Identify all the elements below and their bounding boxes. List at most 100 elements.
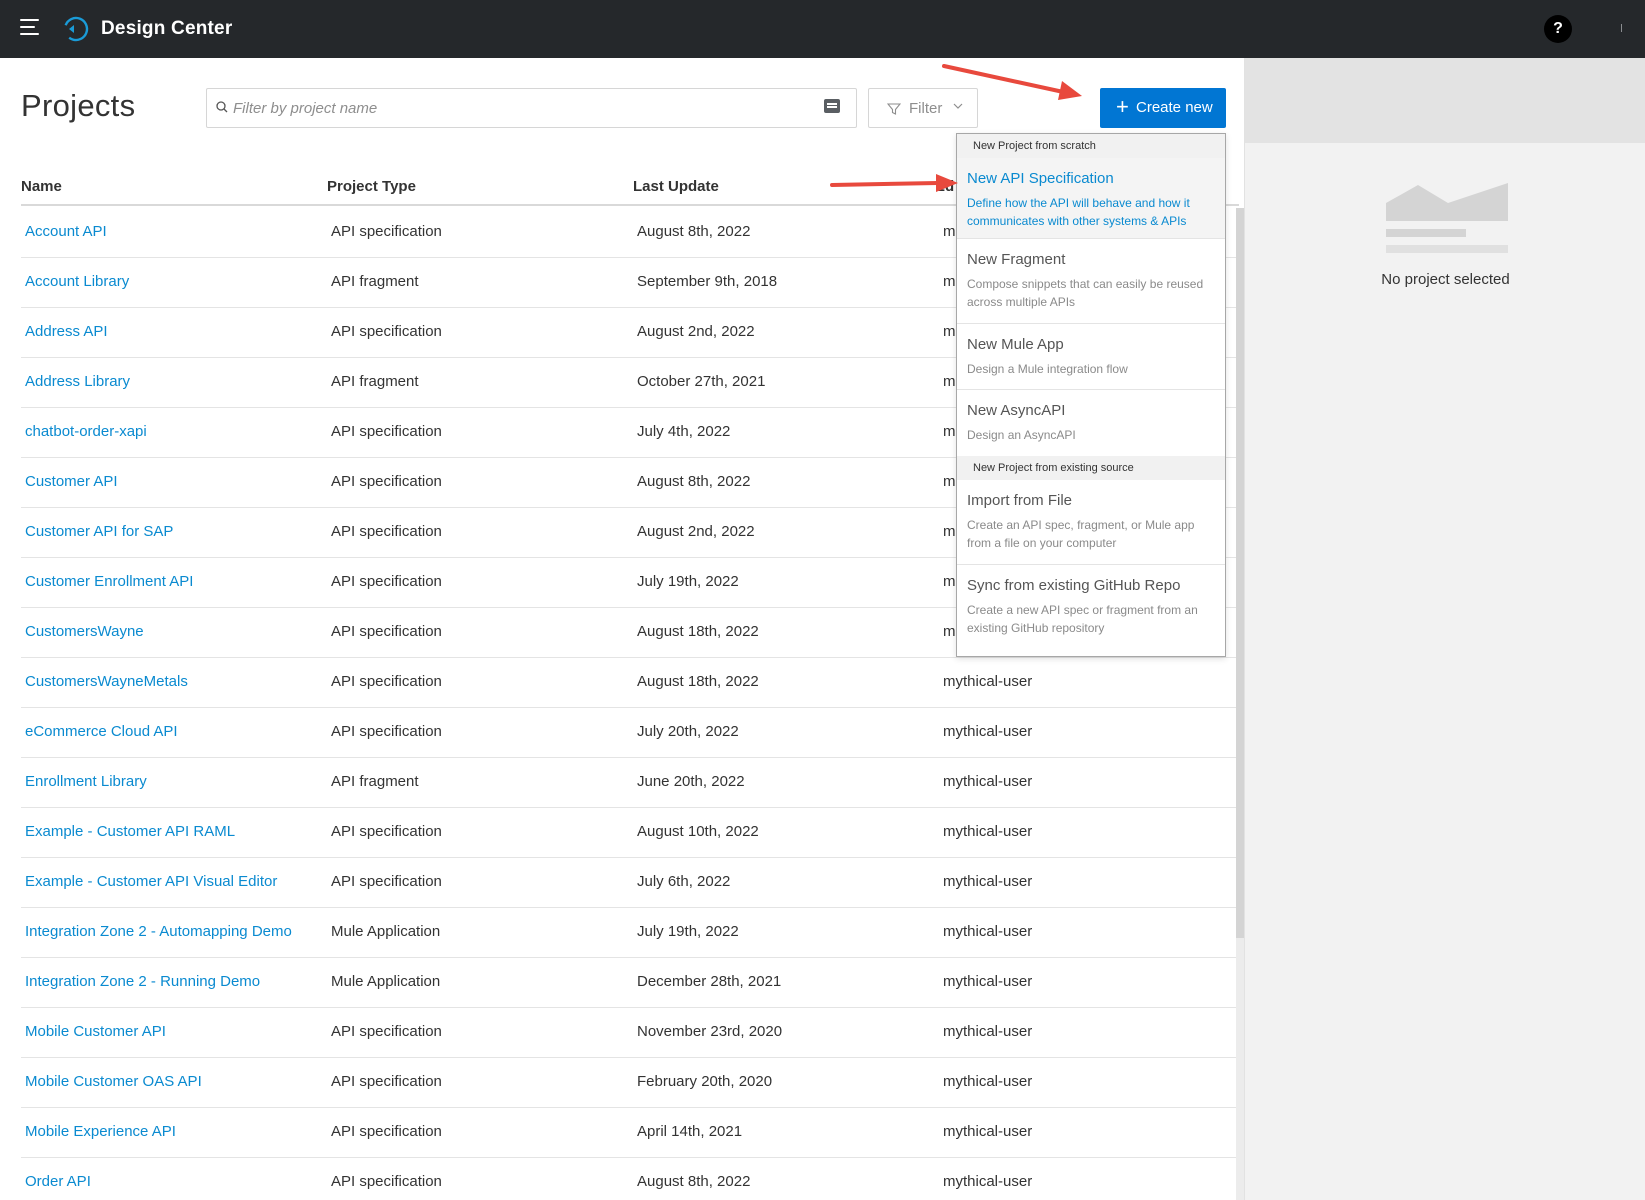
project-name-link[interactable]: Account Library: [25, 273, 129, 290]
project-type-cell: API specification: [331, 723, 442, 740]
menu-item-description: Design a Mule integration flow: [967, 362, 1128, 376]
menu-item-new-fragment[interactable]: New Fragment Compose snippets that can e…: [957, 239, 1225, 324]
app-title: Design Center: [101, 18, 233, 39]
project-type-cell: Mule Application: [331, 923, 441, 940]
editor-cell: mythical-user: [943, 973, 1033, 990]
column-header-name[interactable]: Name: [21, 178, 62, 195]
last-update-cell: August 2nd, 2022: [637, 523, 755, 540]
last-update-cell: October 27th, 2021: [637, 373, 766, 390]
menu-item-description: Design an AsyncAPI: [967, 428, 1076, 442]
editor-cell: m: [943, 623, 956, 640]
table-row[interactable]: Integration Zone 2 - Automapping Demo Mul…: [21, 908, 1239, 958]
project-name-link[interactable]: Address API: [25, 323, 108, 340]
column-header-editor[interactable]: Ed: [935, 178, 954, 195]
table-row[interactable]: Enrollment Library API fragment June 20th,…: [21, 758, 1239, 808]
project-name-link[interactable]: Mobile Customer OAS API: [25, 1073, 202, 1090]
filter-button[interactable]: Filter: [868, 88, 978, 128]
project-name-link[interactable]: Mobile Customer API: [25, 1023, 166, 1040]
project-name-link[interactable]: Customer API: [25, 473, 118, 490]
last-update-cell: August 8th, 2022: [637, 223, 751, 240]
menu-item-new-mule-app[interactable]: New Mule App Design a Mule integration f…: [957, 324, 1225, 390]
project-type-cell: API specification: [331, 423, 442, 440]
table-row[interactable]: eCommerce Cloud API API specification July…: [21, 708, 1239, 758]
last-update-cell: July 19th, 2022: [637, 573, 739, 590]
scrollbar-thumb[interactable]: [1236, 208, 1244, 938]
chevron-down-icon: [953, 103, 963, 109]
table-scrollbar[interactable]: [1236, 208, 1244, 1200]
project-name-link[interactable]: CustomersWayne: [25, 623, 144, 640]
menu-item-title: Sync from existing GitHub Repo: [967, 577, 1181, 594]
help-icon[interactable]: ?: [1544, 15, 1572, 43]
column-header-last-update[interactable]: Last Update: [633, 178, 719, 195]
editor-cell: mythical-user: [943, 823, 1033, 840]
column-header-project-type[interactable]: Project Type: [327, 178, 416, 195]
editor-cell: mythical-user: [943, 1173, 1033, 1190]
project-type-cell: Mule Application: [331, 973, 441, 990]
plus-icon: +: [1116, 94, 1129, 119]
project-name-link[interactable]: Mobile Experience API: [25, 1123, 176, 1140]
project-type-cell: API fragment: [331, 373, 419, 390]
table-row[interactable]: Order API API specification August 8th, 20…: [21, 1158, 1239, 1200]
last-update-cell: July 4th, 2022: [637, 423, 731, 440]
project-type-cell: API specification: [331, 523, 442, 540]
table-row[interactable]: Example - Customer API RAML API specifica…: [21, 808, 1239, 858]
project-name-link[interactable]: Order API: [25, 1173, 91, 1190]
editor-cell: mythical-user: [943, 923, 1033, 940]
last-update-cell: July 19th, 2022: [637, 923, 739, 940]
project-name-link[interactable]: Enrollment Library: [25, 773, 147, 790]
menu-item-new-api-specification[interactable]: New API Specification Define how the API…: [957, 158, 1225, 239]
project-type-cell: API specification: [331, 1073, 442, 1090]
menu-item-description: Create an API spec, fragment, or Mule ap…: [967, 518, 1195, 550]
last-update-cell: August 8th, 2022: [637, 1173, 751, 1190]
editor-cell: m: [943, 523, 956, 540]
table-row[interactable]: Mobile Experience API API specification Ap…: [21, 1108, 1239, 1158]
project-type-cell: API specification: [331, 473, 442, 490]
menu-item-title: New AsyncAPI: [967, 402, 1066, 419]
project-type-cell: API fragment: [331, 273, 419, 290]
table-row[interactable]: Example - Customer API Visual Editor API …: [21, 858, 1239, 908]
last-update-cell: July 6th, 2022: [637, 873, 731, 890]
editor-cell: mythical-user: [943, 673, 1033, 690]
menu-item-description: Create a new API spec or fragment from a…: [967, 603, 1198, 635]
menu-item-title: Import from File: [967, 492, 1073, 509]
editor-cell: m: [943, 423, 956, 440]
editor-cell: m: [943, 273, 956, 290]
search-input[interactable]: [233, 90, 793, 126]
project-name-link[interactable]: Address Library: [25, 373, 130, 390]
last-update-cell: August 18th, 2022: [637, 623, 759, 640]
project-name-link[interactable]: Customer Enrollment API: [25, 573, 193, 590]
create-new-label: Create new: [1136, 99, 1213, 116]
editor-cell: mythical-user: [943, 1073, 1033, 1090]
keyboard-icon[interactable]: [824, 99, 840, 113]
table-row[interactable]: Mobile Customer API API specification Nove…: [21, 1008, 1239, 1058]
editor-cell: m: [943, 473, 956, 490]
editor-cell: mythical-user: [943, 773, 1033, 790]
project-name-link[interactable]: eCommerce Cloud API: [25, 723, 178, 740]
create-new-dropdown: New Project from scratch New API Specifi…: [956, 133, 1226, 657]
last-update-cell: September 9th, 2018: [637, 273, 778, 290]
top-bar: Design Center ?: [0, 0, 1645, 58]
project-type-cell: API specification: [331, 323, 442, 340]
project-name-link[interactable]: Integration Zone 2 - Running Demo: [25, 973, 260, 990]
menu-item-title: New Mule App: [967, 336, 1064, 353]
project-name-link[interactable]: Example - Customer API Visual Editor: [25, 873, 277, 890]
last-update-cell: August 18th, 2022: [637, 673, 759, 690]
search-icon: [216, 101, 228, 113]
project-name-link[interactable]: Account API: [25, 223, 107, 240]
project-name-link[interactable]: Customer API for SAP: [25, 523, 173, 540]
project-name-link[interactable]: chatbot-order-xapi: [25, 423, 147, 440]
last-update-cell: August 10th, 2022: [637, 823, 759, 840]
table-row[interactable]: Integration Zone 2 - Running Demo Mule Ap…: [21, 958, 1239, 1008]
project-name-link[interactable]: Integration Zone 2 - Automapping Demo: [25, 923, 292, 940]
create-new-button[interactable]: + Create new: [1100, 88, 1226, 128]
table-row[interactable]: Mobile Customer OAS API API specification…: [21, 1058, 1239, 1108]
menu-item-import-from-file[interactable]: Import from File Create an API spec, fra…: [957, 480, 1225, 565]
editor-cell: mythical-user: [943, 1023, 1033, 1040]
hamburger-icon[interactable]: [20, 19, 40, 39]
menu-item-sync-github-repo[interactable]: Sync from existing GitHub Repo Create a …: [957, 565, 1225, 656]
table-row[interactable]: CustomersWayneMetals API specification Aug…: [21, 658, 1239, 708]
menu-item-new-asyncapi[interactable]: New AsyncAPI Design an AsyncAPI: [957, 390, 1225, 456]
page-title: Projects: [21, 88, 136, 123]
project-name-link[interactable]: Example - Customer API RAML: [25, 823, 235, 840]
project-name-link[interactable]: CustomersWayneMetals: [25, 673, 188, 690]
